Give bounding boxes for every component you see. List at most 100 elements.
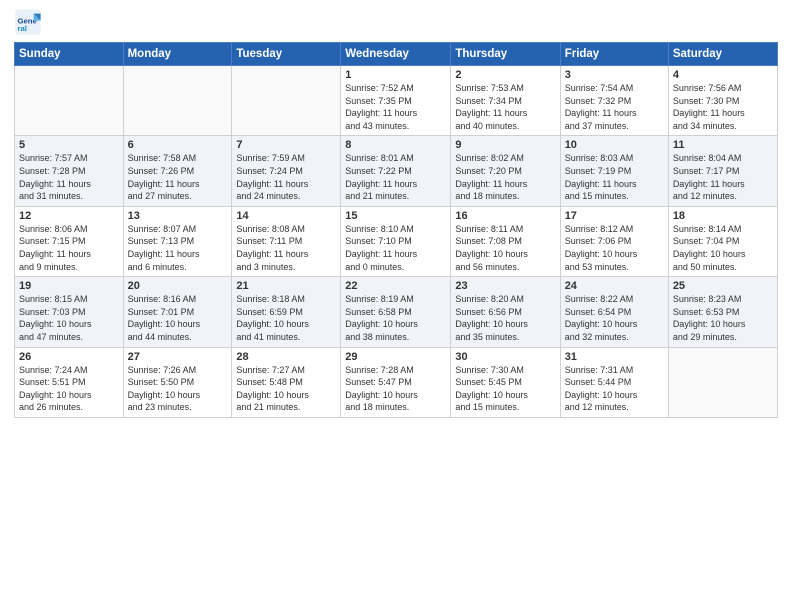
day-info: Sunrise: 8:20 AM Sunset: 6:56 PM Dayligh…: [455, 293, 555, 343]
day-number: 25: [673, 280, 773, 292]
header: Gene ral: [14, 10, 778, 36]
day-info: Sunrise: 7:26 AM Sunset: 5:50 PM Dayligh…: [128, 364, 228, 414]
day-info: Sunrise: 8:04 AM Sunset: 7:17 PM Dayligh…: [673, 152, 773, 202]
day-info: Sunrise: 8:16 AM Sunset: 7:01 PM Dayligh…: [128, 293, 228, 343]
calendar-cell: 2Sunrise: 7:53 AM Sunset: 7:34 PM Daylig…: [451, 66, 560, 136]
day-info: Sunrise: 7:59 AM Sunset: 7:24 PM Dayligh…: [236, 152, 336, 202]
calendar-cell: [123, 66, 232, 136]
day-info: Sunrise: 8:03 AM Sunset: 7:19 PM Dayligh…: [565, 152, 664, 202]
day-info: Sunrise: 8:18 AM Sunset: 6:59 PM Dayligh…: [236, 293, 336, 343]
day-info: Sunrise: 7:28 AM Sunset: 5:47 PM Dayligh…: [345, 364, 446, 414]
calendar-cell: 5Sunrise: 7:57 AM Sunset: 7:28 PM Daylig…: [15, 136, 124, 206]
day-info: Sunrise: 8:02 AM Sunset: 7:20 PM Dayligh…: [455, 152, 555, 202]
day-info: Sunrise: 7:54 AM Sunset: 7:32 PM Dayligh…: [565, 82, 664, 132]
calendar-cell: 3Sunrise: 7:54 AM Sunset: 7:32 PM Daylig…: [560, 66, 668, 136]
day-info: Sunrise: 7:24 AM Sunset: 5:51 PM Dayligh…: [19, 364, 119, 414]
day-info: Sunrise: 7:58 AM Sunset: 7:26 PM Dayligh…: [128, 152, 228, 202]
day-info: Sunrise: 7:31 AM Sunset: 5:44 PM Dayligh…: [565, 364, 664, 414]
day-number: 28: [236, 351, 336, 363]
day-number: 5: [19, 139, 119, 151]
day-number: 10: [565, 139, 664, 151]
day-number: 29: [345, 351, 446, 363]
day-number: 2: [455, 69, 555, 81]
calendar-cell: [668, 347, 777, 417]
day-number: 23: [455, 280, 555, 292]
day-number: 15: [345, 210, 446, 222]
day-number: 13: [128, 210, 228, 222]
col-sunday: Sunday: [15, 43, 124, 66]
day-info: Sunrise: 8:19 AM Sunset: 6:58 PM Dayligh…: [345, 293, 446, 343]
calendar-cell: [15, 66, 124, 136]
day-number: 9: [455, 139, 555, 151]
day-number: 20: [128, 280, 228, 292]
day-number: 7: [236, 139, 336, 151]
calendar-cell: 4Sunrise: 7:56 AM Sunset: 7:30 PM Daylig…: [668, 66, 777, 136]
day-info: Sunrise: 7:56 AM Sunset: 7:30 PM Dayligh…: [673, 82, 773, 132]
day-number: 22: [345, 280, 446, 292]
calendar-week-row: 19Sunrise: 8:15 AM Sunset: 7:03 PM Dayli…: [15, 277, 778, 347]
calendar-cell: 16Sunrise: 8:11 AM Sunset: 7:08 PM Dayli…: [451, 206, 560, 276]
col-friday: Friday: [560, 43, 668, 66]
calendar-cell: 10Sunrise: 8:03 AM Sunset: 7:19 PM Dayli…: [560, 136, 668, 206]
calendar-cell: 29Sunrise: 7:28 AM Sunset: 5:47 PM Dayli…: [341, 347, 451, 417]
calendar-cell: 28Sunrise: 7:27 AM Sunset: 5:48 PM Dayli…: [232, 347, 341, 417]
svg-text:ral: ral: [18, 24, 27, 33]
calendar-cell: 31Sunrise: 7:31 AM Sunset: 5:44 PM Dayli…: [560, 347, 668, 417]
calendar-cell: 20Sunrise: 8:16 AM Sunset: 7:01 PM Dayli…: [123, 277, 232, 347]
day-number: 16: [455, 210, 555, 222]
calendar-cell: 1Sunrise: 7:52 AM Sunset: 7:35 PM Daylig…: [341, 66, 451, 136]
col-wednesday: Wednesday: [341, 43, 451, 66]
day-info: Sunrise: 8:23 AM Sunset: 6:53 PM Dayligh…: [673, 293, 773, 343]
day-info: Sunrise: 8:06 AM Sunset: 7:15 PM Dayligh…: [19, 223, 119, 273]
day-info: Sunrise: 7:53 AM Sunset: 7:34 PM Dayligh…: [455, 82, 555, 132]
calendar-cell: 18Sunrise: 8:14 AM Sunset: 7:04 PM Dayli…: [668, 206, 777, 276]
calendar-cell: 9Sunrise: 8:02 AM Sunset: 7:20 PM Daylig…: [451, 136, 560, 206]
day-info: Sunrise: 7:27 AM Sunset: 5:48 PM Dayligh…: [236, 364, 336, 414]
calendar-week-row: 1Sunrise: 7:52 AM Sunset: 7:35 PM Daylig…: [15, 66, 778, 136]
calendar-cell: 24Sunrise: 8:22 AM Sunset: 6:54 PM Dayli…: [560, 277, 668, 347]
page: Gene ral Sunday Monday Tuesday Wednesday…: [0, 0, 792, 612]
calendar-cell: 12Sunrise: 8:06 AM Sunset: 7:15 PM Dayli…: [15, 206, 124, 276]
day-info: Sunrise: 7:57 AM Sunset: 7:28 PM Dayligh…: [19, 152, 119, 202]
day-number: 26: [19, 351, 119, 363]
calendar-cell: 25Sunrise: 8:23 AM Sunset: 6:53 PM Dayli…: [668, 277, 777, 347]
calendar-cell: [232, 66, 341, 136]
calendar-cell: 8Sunrise: 8:01 AM Sunset: 7:22 PM Daylig…: [341, 136, 451, 206]
col-tuesday: Tuesday: [232, 43, 341, 66]
calendar-cell: 23Sunrise: 8:20 AM Sunset: 6:56 PM Dayli…: [451, 277, 560, 347]
day-info: Sunrise: 8:14 AM Sunset: 7:04 PM Dayligh…: [673, 223, 773, 273]
day-number: 30: [455, 351, 555, 363]
day-number: 14: [236, 210, 336, 222]
day-number: 8: [345, 139, 446, 151]
col-thursday: Thursday: [451, 43, 560, 66]
calendar-cell: 27Sunrise: 7:26 AM Sunset: 5:50 PM Dayli…: [123, 347, 232, 417]
day-info: Sunrise: 8:08 AM Sunset: 7:11 PM Dayligh…: [236, 223, 336, 273]
calendar-week-row: 26Sunrise: 7:24 AM Sunset: 5:51 PM Dayli…: [15, 347, 778, 417]
day-info: Sunrise: 8:12 AM Sunset: 7:06 PM Dayligh…: [565, 223, 664, 273]
day-number: 24: [565, 280, 664, 292]
col-monday: Monday: [123, 43, 232, 66]
calendar-cell: 7Sunrise: 7:59 AM Sunset: 7:24 PM Daylig…: [232, 136, 341, 206]
day-number: 3: [565, 69, 664, 81]
day-number: 19: [19, 280, 119, 292]
calendar-cell: 15Sunrise: 8:10 AM Sunset: 7:10 PM Dayli…: [341, 206, 451, 276]
day-info: Sunrise: 8:07 AM Sunset: 7:13 PM Dayligh…: [128, 223, 228, 273]
logo-icon: Gene ral: [14, 8, 42, 36]
day-info: Sunrise: 8:22 AM Sunset: 6:54 PM Dayligh…: [565, 293, 664, 343]
day-number: 18: [673, 210, 773, 222]
calendar-cell: 11Sunrise: 8:04 AM Sunset: 7:17 PM Dayli…: [668, 136, 777, 206]
day-info: Sunrise: 8:01 AM Sunset: 7:22 PM Dayligh…: [345, 152, 446, 202]
col-saturday: Saturday: [668, 43, 777, 66]
calendar-cell: 13Sunrise: 8:07 AM Sunset: 7:13 PM Dayli…: [123, 206, 232, 276]
day-number: 21: [236, 280, 336, 292]
calendar-week-row: 5Sunrise: 7:57 AM Sunset: 7:28 PM Daylig…: [15, 136, 778, 206]
day-number: 6: [128, 139, 228, 151]
calendar-cell: 6Sunrise: 7:58 AM Sunset: 7:26 PM Daylig…: [123, 136, 232, 206]
day-number: 1: [345, 69, 446, 81]
day-number: 31: [565, 351, 664, 363]
day-info: Sunrise: 7:52 AM Sunset: 7:35 PM Dayligh…: [345, 82, 446, 132]
day-info: Sunrise: 8:15 AM Sunset: 7:03 PM Dayligh…: [19, 293, 119, 343]
calendar-header-row: Sunday Monday Tuesday Wednesday Thursday…: [15, 43, 778, 66]
day-number: 12: [19, 210, 119, 222]
calendar-cell: 19Sunrise: 8:15 AM Sunset: 7:03 PM Dayli…: [15, 277, 124, 347]
